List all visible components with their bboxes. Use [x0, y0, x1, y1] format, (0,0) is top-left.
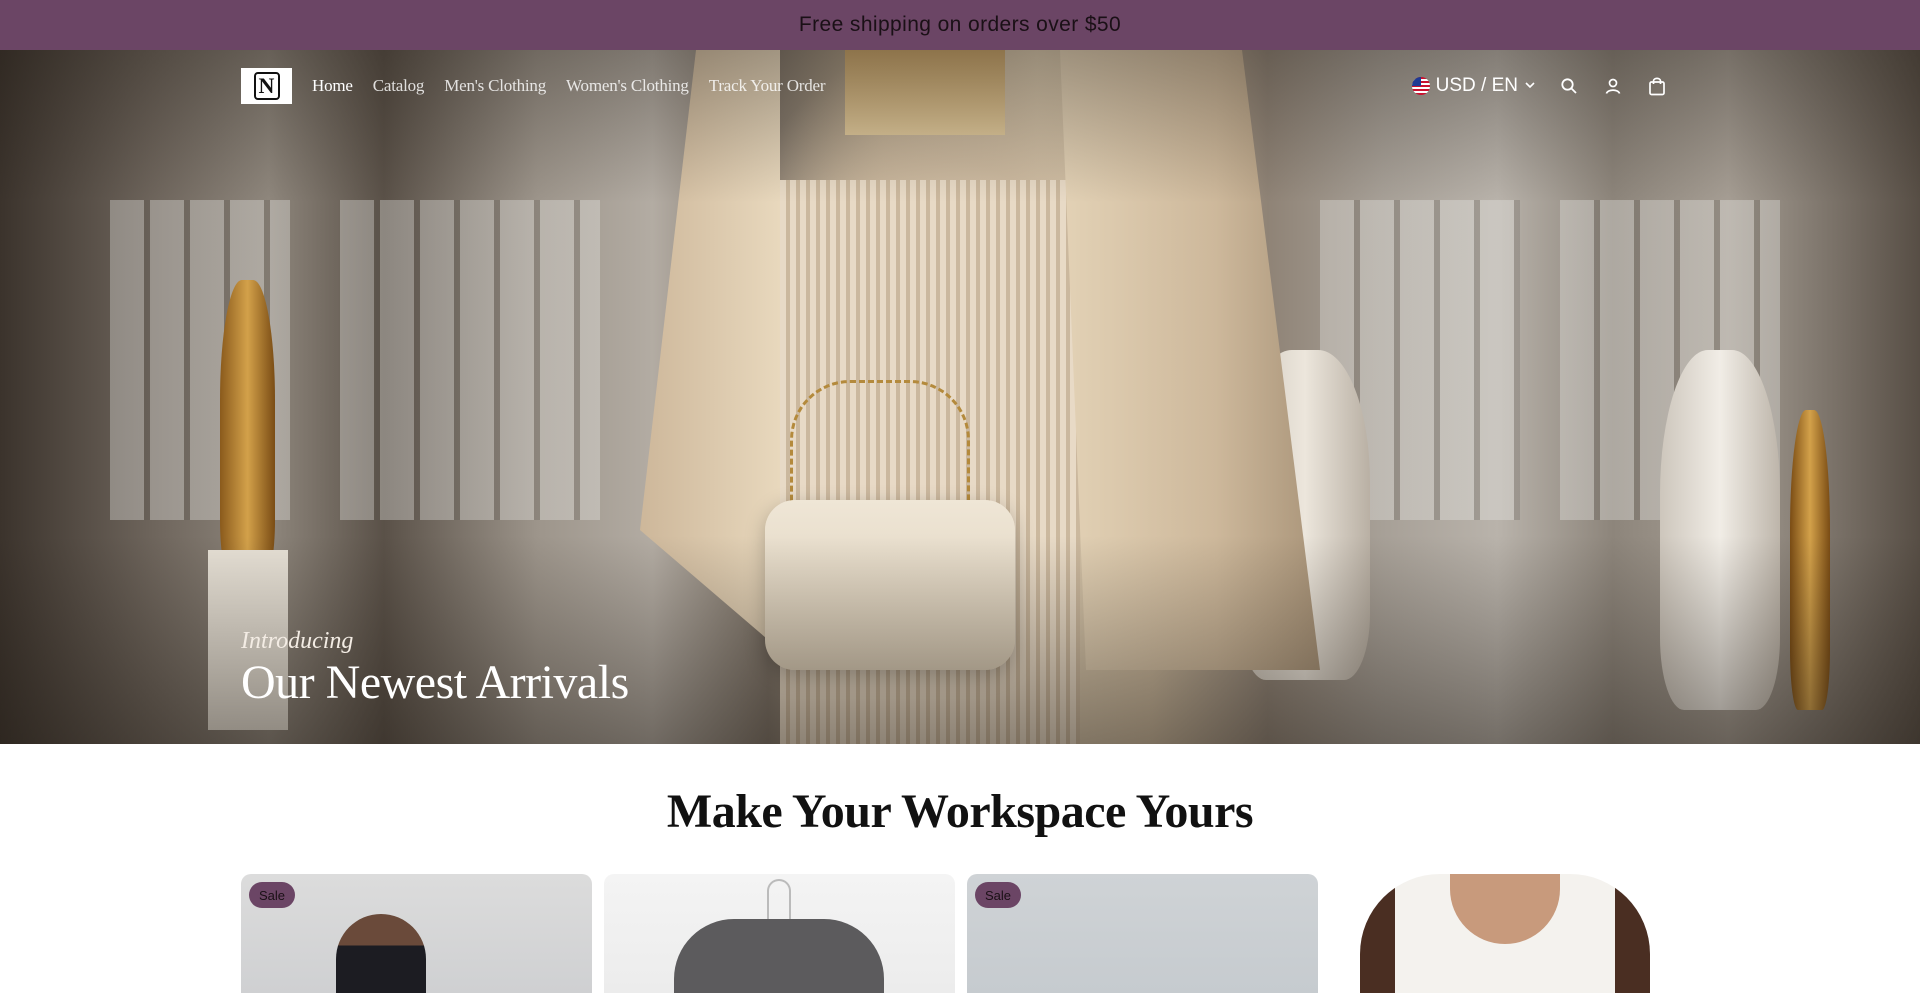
logo-mark: N [253, 72, 280, 100]
product-card[interactable]: Sale [967, 874, 1318, 993]
nav-catalog[interactable]: Catalog [373, 76, 425, 96]
announcement-text: Free shipping on orders over $50 [798, 13, 1122, 36]
nav-track-your-order[interactable]: Track Your Order [709, 76, 826, 96]
search-icon[interactable] [1558, 75, 1580, 97]
product-card[interactable]: Sale [241, 874, 592, 993]
product-grid: Sale Sale [241, 874, 1681, 993]
site-header: N Home Catalog Men's Clothing Women's Cl… [0, 50, 1920, 122]
nav-home[interactable]: Home [312, 76, 353, 96]
hero-title: Our Newest Arrivals [241, 656, 629, 709]
featured-section: Make Your Workspace Yours Sale Sale [0, 744, 1920, 993]
nav-womens-clothing[interactable]: Women's Clothing [566, 76, 689, 96]
locale-label: USD / EN [1435, 75, 1518, 96]
account-icon[interactable] [1602, 75, 1624, 97]
section-title: Make Your Workspace Yours [666, 785, 1254, 838]
hero-subtitle: Introducing [241, 628, 354, 654]
product-image [674, 919, 884, 993]
header-actions: USD / EN [1411, 50, 1668, 122]
hero-banner[interactable]: N Home Catalog Men's Clothing Women's Cl… [0, 50, 1920, 744]
cart-icon[interactable] [1646, 75, 1668, 97]
sale-badge: Sale [249, 882, 296, 908]
product-card[interactable] [604, 874, 955, 993]
nav-mens-clothing[interactable]: Men's Clothing [444, 76, 546, 96]
us-flag-icon [1411, 77, 1430, 95]
product-card[interactable] [1330, 874, 1681, 993]
sale-badge: Sale [975, 882, 1022, 908]
locale-selector[interactable]: USD / EN [1411, 75, 1536, 97]
logo[interactable]: N [241, 68, 292, 104]
main-nav: Home Catalog Men's Clothing Women's Clot… [312, 50, 826, 122]
hanger-image [767, 879, 791, 919]
product-image [336, 914, 426, 993]
announcement-bar: Free shipping on orders over $50 [0, 0, 1920, 50]
chevron-down-icon [1524, 75, 1536, 97]
hero-text: Introducing Our Newest Arrivals [241, 628, 629, 710]
